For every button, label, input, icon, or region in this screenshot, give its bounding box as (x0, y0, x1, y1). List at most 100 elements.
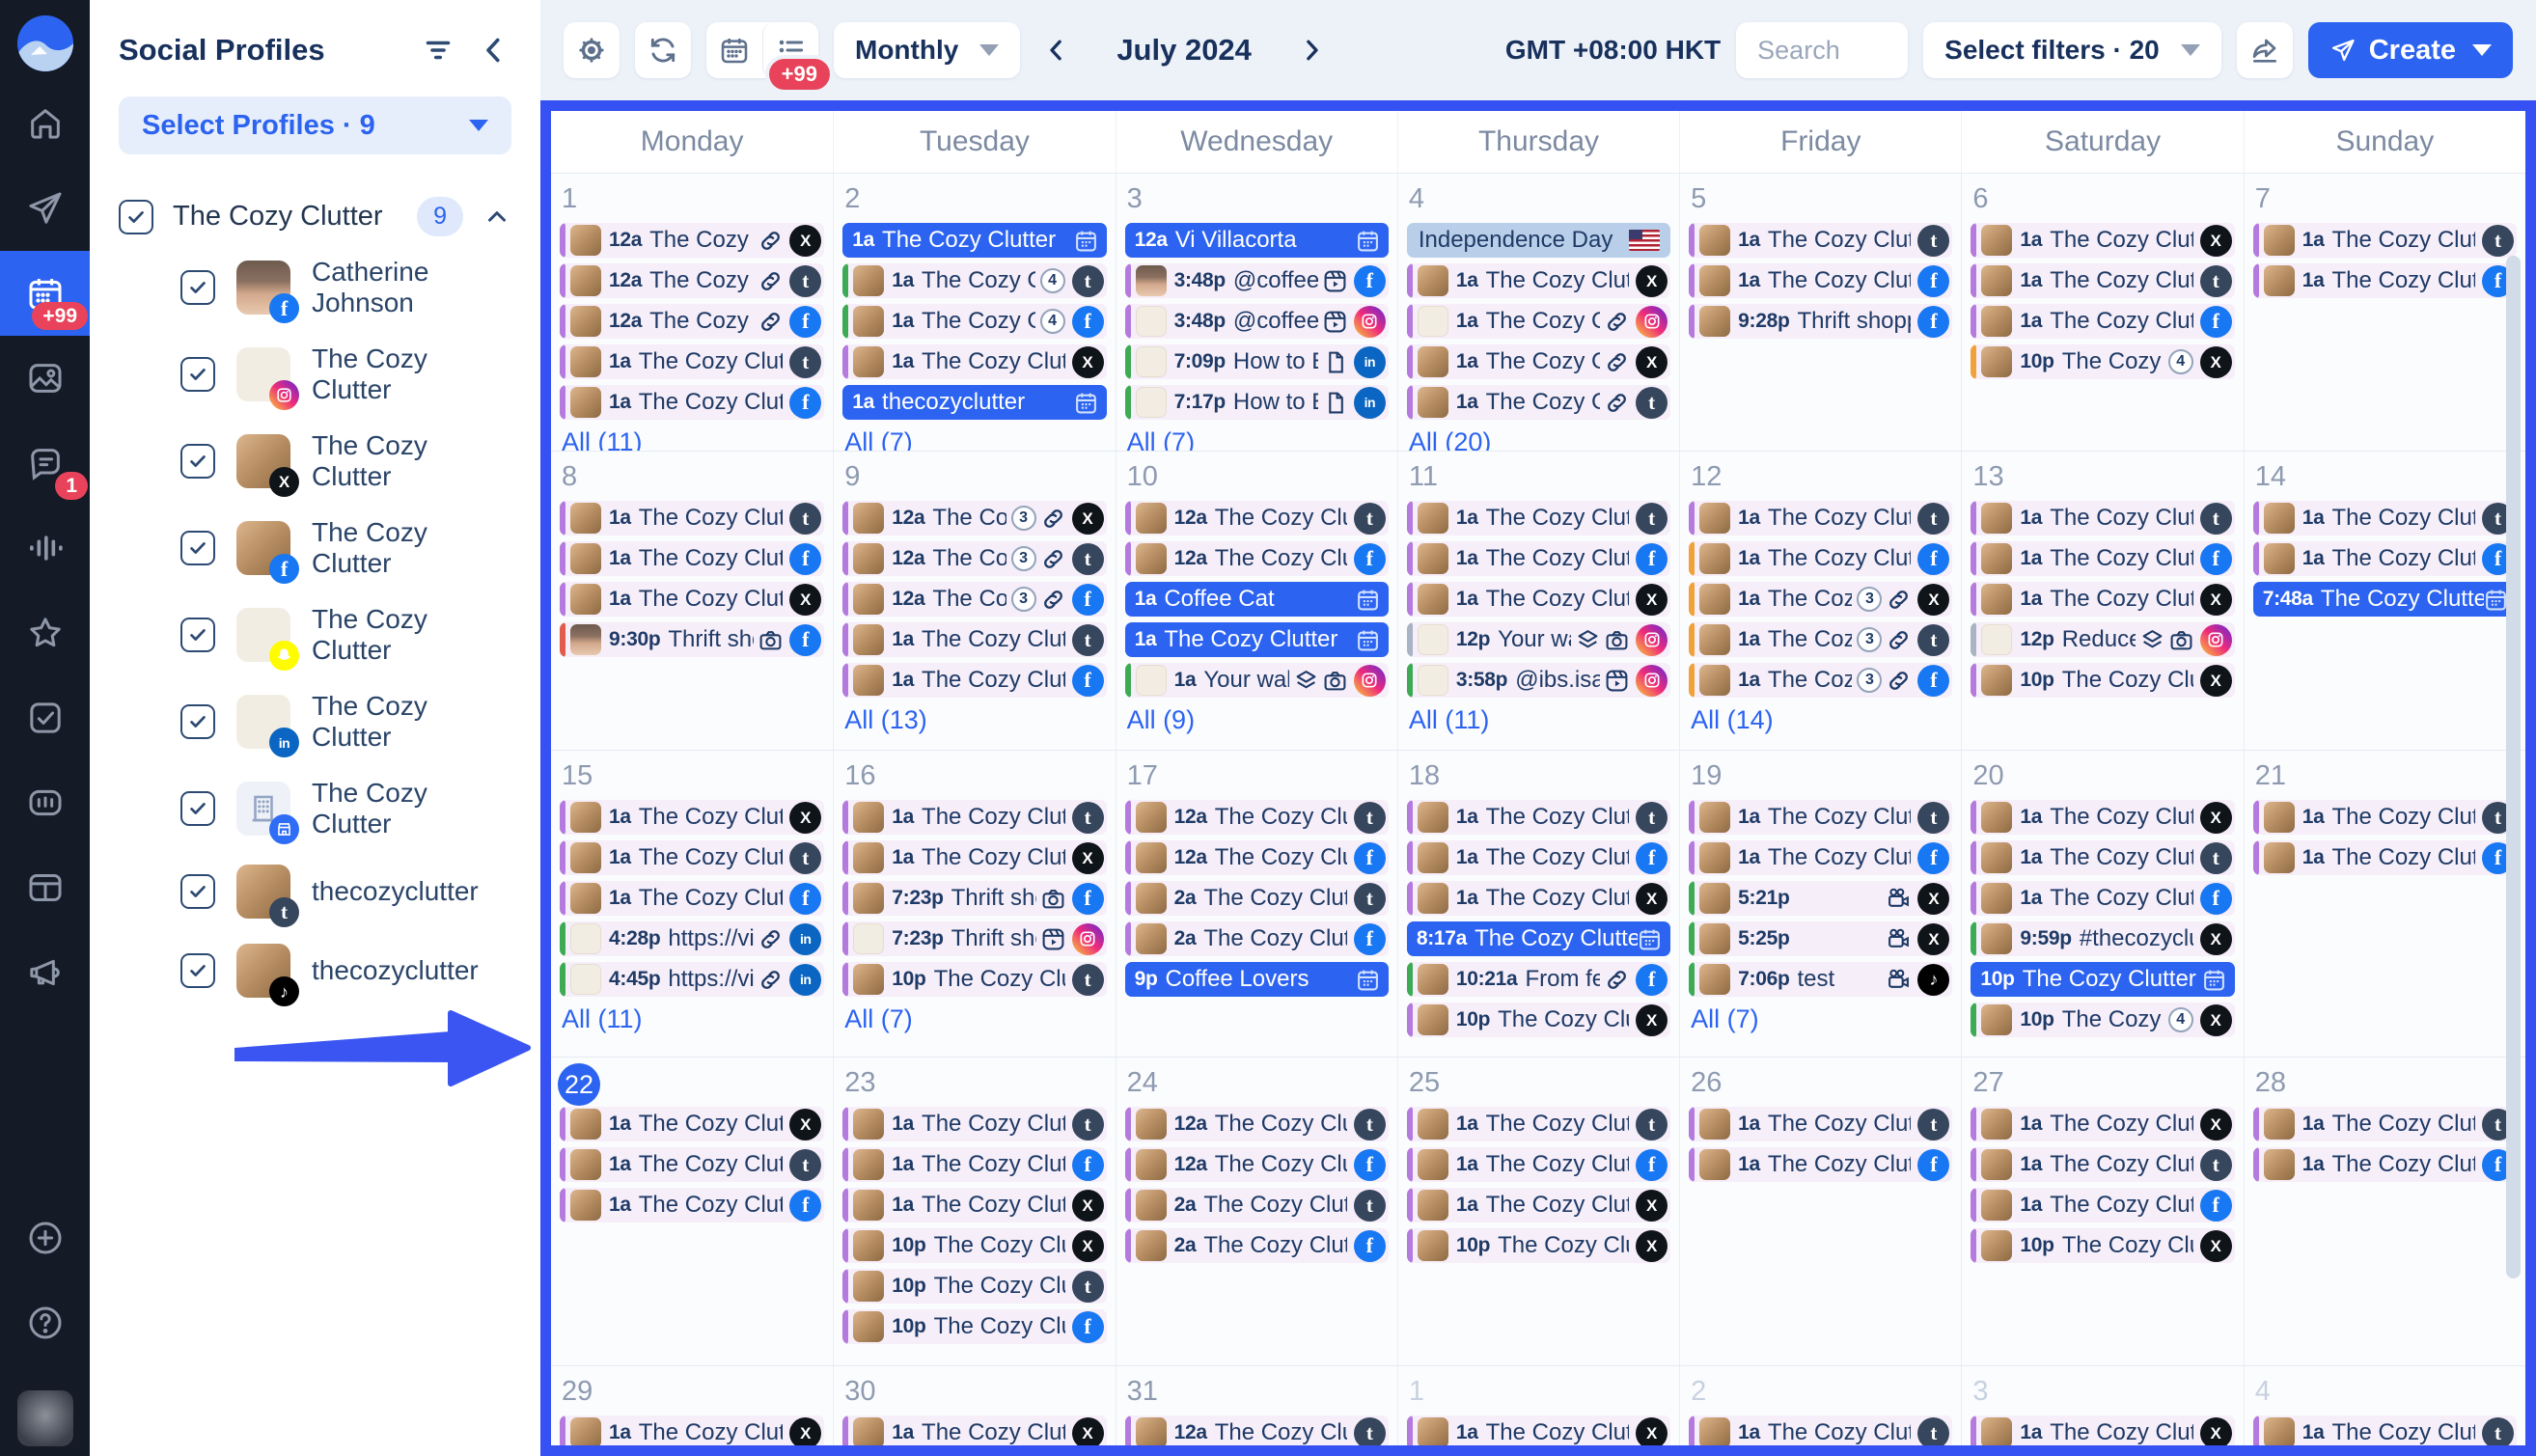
calendar-event[interactable]: 1aThe Cozy Cluttef (560, 385, 824, 420)
show-all-link[interactable]: All (11) (560, 1003, 824, 1036)
calendar-event[interactable]: 1aThe Cozy Cl4f (842, 304, 1106, 339)
sidebar-nav-boards[interactable] (0, 845, 90, 930)
calendar-event[interactable]: 1aThe Cozy Cluttet (1407, 800, 1670, 835)
profile-group-row[interactable]: The Cozy Clutter 9 (119, 197, 511, 236)
profile-item[interactable]: f Catherine Johnson (119, 244, 511, 331)
day-cell[interactable]: 61aThe Cozy ClutteX1aThe Cozy Cluttet1aT… (1961, 174, 2243, 451)
day-cell[interactable]: 111aThe Cozy Cluttet1aThe Cozy Cluttef1a… (1397, 452, 1679, 750)
calendar-scrollbar[interactable] (2506, 256, 2521, 1278)
day-cell[interactable]: 4Independence Day1aThe Cozy ClutteX1aThe… (1397, 174, 1679, 451)
calendar-event[interactable]: 12aThe Cozy3f (842, 582, 1106, 617)
calendar-event[interactable]: 10pThe Cozy CluttX (1407, 1228, 1670, 1263)
calendar-event[interactable]: 1aYour walle (1125, 663, 1389, 698)
calendar-event[interactable]: 1aThe Cozy Cluttef (2253, 840, 2517, 875)
calendar-event[interactable]: 2aThe Cozy Cluttet (1125, 1188, 1389, 1222)
calendar-event[interactable]: 1aThe Cozy ClutteX (842, 1188, 1106, 1222)
calendar-event[interactable]: 12aThe Cozy Cluttt (1125, 800, 1389, 835)
calendar-event[interactable]: 7:23pThrift shop (842, 921, 1106, 956)
calendar-event[interactable]: 1aThe Cozy Cluttef (1407, 541, 1670, 576)
calendar-event[interactable]: 1aThe Cozy Cluttef (1971, 881, 2234, 916)
calendar-event[interactable]: 1aThe Cozy Cluttef (1689, 263, 1952, 298)
calendar-event[interactable]: 1aThe Cozy ClutteX (1407, 1415, 1670, 1450)
show-all-link[interactable]: All (11) (560, 426, 824, 451)
calendar-event[interactable]: 5:25pX (1689, 921, 1952, 956)
sidebar-nav-calendar[interactable]: +99 (0, 251, 90, 336)
chevron-up-icon[interactable] (482, 203, 511, 232)
calendar-event[interactable]: 1aThe Cozy ClutteX (560, 800, 824, 835)
calendar-event[interactable]: 10pThe Cozy C4X (1971, 344, 2234, 379)
calendar-event[interactable]: 1aThe Cozy Cluttet (560, 344, 824, 379)
calendar-event[interactable]: 1aThe Cozy Cluttet (560, 840, 824, 875)
calendar-event[interactable]: 1aThe Cozy ClutteX (1971, 1415, 2234, 1450)
calendar-event[interactable]: 3:48p@coffeec (1125, 304, 1389, 339)
show-all-link[interactable]: All (7) (842, 1003, 1106, 1036)
calendar-event[interactable]: 1aThe Cozy Cluttef (1407, 1147, 1670, 1182)
calendar-event[interactable]: 1aThe Cozy Clu (1407, 304, 1670, 339)
sidebar-nav-listening[interactable] (0, 506, 90, 591)
day-cell[interactable]: 81aThe Cozy Cluttet1aThe Cozy Cluttef1aT… (551, 452, 833, 750)
profile-checkbox[interactable] (180, 704, 215, 739)
profile-checkbox[interactable] (180, 953, 215, 988)
scheduled-event[interactable]: 9pCoffee Lovers (1125, 962, 1389, 997)
profile-checkbox[interactable] (180, 270, 215, 305)
scheduled-event[interactable]: 1aThe Cozy Clutter (1125, 622, 1389, 657)
profile-item[interactable]: The Cozy Clutter (119, 331, 511, 418)
calendar-event[interactable]: 1aThe Cozy Cluttef (842, 663, 1106, 698)
calendar-event[interactable]: 2aThe Cozy Cluttef (1125, 1228, 1389, 1263)
view-mode-dropdown[interactable]: Monthly (834, 22, 1020, 78)
calendar-event[interactable]: 1aThe Cozy Cluttet (1971, 840, 2234, 875)
calendar-event[interactable]: 1aThe Cozy Cl4t (842, 263, 1106, 298)
calendar-event[interactable]: 10:21aFrom feelif (1407, 962, 1670, 997)
calendar-event[interactable]: 1aThe Cozy Clut (1407, 385, 1670, 420)
calendar-event[interactable]: 1aThe Cozy Cluttet (1689, 501, 1952, 536)
day-cell[interactable]: 71aThe Cozy Cluttet1aThe Cozy Cluttef (2244, 174, 2525, 451)
calendar-event[interactable]: 4:45phttps://visin (560, 962, 824, 997)
calendar-event[interactable]: 12aThe Cozy Clt (560, 263, 824, 298)
sidebar-nav-add[interactable] (0, 1195, 90, 1280)
scheduled-event[interactable]: 8:17aThe Cozy Clutter (1407, 921, 1670, 956)
day-cell[interactable]: 121aThe Cozy Cluttet1aThe Cozy Cluttef1a… (1679, 452, 1961, 750)
export-button[interactable] (2237, 22, 2293, 78)
show-all-link[interactable]: All (7) (842, 426, 1106, 451)
sidebar-nav-media[interactable] (0, 336, 90, 421)
calendar-event[interactable]: 1aThe Cozy Cluttet (1971, 501, 2234, 536)
calendar-event[interactable]: 1aThe Cozy Cluttef (2253, 263, 2517, 298)
scheduled-event[interactable]: 1aThe Cozy Clutter (842, 223, 1106, 258)
day-cell[interactable]: 271aThe Cozy ClutteX1aThe Cozy Cluttet1a… (1961, 1058, 2243, 1365)
calendar-event[interactable]: 1aThe Cozy ClutteX (842, 1415, 1106, 1450)
calendar-event[interactable]: 1aThe Cozy Cluttet (1971, 263, 2234, 298)
day-cell[interactable]: 131aThe Cozy Cluttet1aThe Cozy Cluttef1a… (1961, 452, 2243, 750)
calendar-event[interactable]: 12aThe Cozy Cluttt (1125, 1107, 1389, 1141)
group-checkbox[interactable] (119, 200, 153, 234)
sidebar-nav-publishing[interactable] (0, 166, 90, 251)
calendar-event[interactable]: 10pThe Cozy CluttX (1971, 663, 2234, 698)
day-cell[interactable]: 51aThe Cozy Cluttet1aThe Cozy Cluttef9:2… (1679, 174, 1961, 451)
calendar-event[interactable]: 1aThe Cozy Cluttef (2253, 541, 2517, 576)
profile-checkbox[interactable] (180, 874, 215, 909)
calendar-event[interactable]: 1aThe Cozy Cluttet (1689, 800, 1952, 835)
day-cell[interactable]: 211aThe Cozy Cluttet1aThe Cozy Cluttef (2244, 751, 2525, 1057)
scheduled-event[interactable]: 7:48aThe Cozy Clutter (2253, 582, 2517, 617)
profile-item[interactable]: t thecozyclutter (119, 852, 511, 931)
calendar-event[interactable]: 7:23pThrift shopf (842, 881, 1106, 916)
filters-dropdown[interactable]: Select filters · 20 (1923, 22, 2221, 78)
create-button[interactable]: Create (2308, 22, 2513, 78)
refresh-button[interactable] (635, 22, 691, 78)
day-cell[interactable]: 141aThe Cozy Cluttet1aThe Cozy Cluttef7:… (2244, 452, 2525, 750)
sidebar-nav-home[interactable] (0, 81, 90, 166)
calendar-event[interactable]: 1aThe Cozy ClutteX (1407, 263, 1670, 298)
show-all-link[interactable]: All (20) (1407, 426, 1670, 451)
calendar-event[interactable]: 1aThe Cozy Cluttet (1971, 1147, 2234, 1182)
calendar-event[interactable]: 1aThe Cozy ClutteX (842, 344, 1106, 379)
calendar-event[interactable]: 1aThe Cozy Cluttef (2253, 1147, 2517, 1182)
calendar-event[interactable]: 2aThe Cozy Cluttet (1125, 881, 1389, 916)
calendar-event[interactable]: 1aThe Cozy Cluttef (842, 1147, 1106, 1182)
calendar-event[interactable]: 1aThe Cozy CluX (1407, 344, 1670, 379)
calendar-event[interactable]: 1aThe Cozy Cluttef (1689, 1147, 1952, 1182)
calendar-view-button[interactable] (706, 22, 762, 78)
calendar-event[interactable]: 7:06ptest♪ (1689, 962, 1952, 997)
calendar-event[interactable]: 1aThe Cozy Cluttef (560, 881, 824, 916)
calendar-event[interactable]: 12pYour wall (1407, 622, 1670, 657)
calendar-event[interactable]: 4:28phttps://visin (560, 921, 824, 956)
day-cell[interactable]: 2412aThe Cozy Cluttt12aThe Cozy Cluttf2a… (1116, 1058, 1397, 1365)
